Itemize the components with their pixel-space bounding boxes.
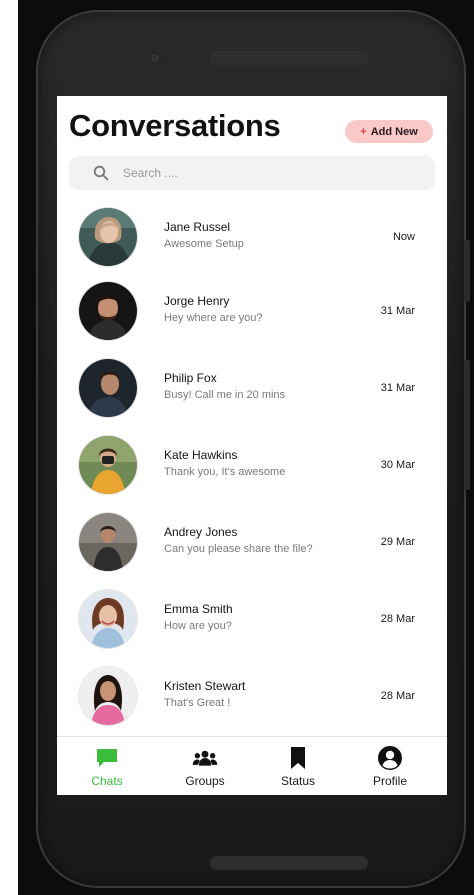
app-screen: Conversations + Add New Jane R — [57, 96, 447, 795]
conversation-item[interactable]: Andrey Jones Can you please share the fi… — [57, 509, 447, 579]
tab-profile[interactable]: Profile — [350, 737, 430, 795]
tab-label: Groups — [185, 774, 225, 788]
avatar — [79, 436, 137, 494]
last-message: Can you please share the file? — [164, 543, 313, 555]
groups-icon — [192, 750, 218, 766]
message-time: 31 Mar — [380, 382, 415, 394]
last-message: Busy! Call me in 20 mins — [164, 389, 286, 401]
conversation-item[interactable]: Philip Fox Busy! Call me in 20 mins 31 M… — [57, 355, 447, 425]
bottom-tab-bar: Chats Groups Status Profile — [57, 736, 447, 795]
conversation-item[interactable]: Kate Hawkins Thank you, It's awesome 30 … — [57, 432, 447, 502]
tab-chats[interactable]: Chats — [67, 737, 147, 795]
conversation-item[interactable]: Jane Russel Awesome Setup Now — [57, 204, 447, 274]
chat-bubble-icon — [97, 749, 117, 767]
add-new-button[interactable]: + Add New — [345, 120, 433, 143]
avatar — [79, 208, 137, 266]
contact-name: Emma Smith — [164, 602, 233, 616]
tab-groups[interactable]: Groups — [165, 737, 245, 795]
contact-name: Philip Fox — [164, 371, 217, 385]
contact-name: Jane Russel — [164, 220, 231, 234]
avatar — [79, 513, 137, 571]
search-icon — [93, 165, 109, 181]
bookmark-icon — [291, 747, 305, 769]
add-new-label: Add New — [370, 125, 418, 138]
message-time: Now — [392, 231, 415, 243]
front-camera — [148, 51, 162, 65]
last-message: Hey where are you? — [164, 312, 263, 324]
tab-label: Profile — [372, 774, 407, 788]
avatar — [79, 667, 137, 725]
last-message: That's Great ! — [164, 697, 231, 709]
search-input[interactable] — [123, 162, 423, 184]
message-time: 29 Mar — [380, 536, 415, 548]
message-time: 28 Mar — [380, 690, 415, 702]
conversation-item[interactable]: Jorge Henry Hey where are you? 31 Mar — [57, 278, 447, 348]
conversation-item[interactable]: Kristen Stewart That's Great ! 28 Mar — [57, 663, 447, 733]
avatar — [79, 359, 137, 417]
search-bar — [69, 156, 435, 190]
message-time: 30 Mar — [380, 459, 415, 471]
bottom-speaker — [210, 856, 368, 870]
message-time: 31 Mar — [380, 305, 415, 317]
tab-label: Chats — [91, 774, 123, 788]
tab-label: Status — [280, 774, 316, 788]
message-time: 28 Mar — [380, 613, 415, 625]
contact-name: Kate Hawkins — [164, 448, 238, 462]
tab-status[interactable]: Status — [258, 737, 338, 795]
avatar — [79, 282, 137, 340]
power-button — [464, 360, 470, 490]
avatar — [79, 590, 137, 648]
page-title: Conversations — [69, 108, 281, 143]
earpiece-speaker — [210, 51, 368, 65]
last-message: Awesome Setup — [164, 238, 244, 250]
last-message: Thank you, It's awesome — [164, 466, 286, 478]
conversation-item[interactable]: Emma Smith How are you? 28 Mar — [57, 586, 447, 656]
volume-button — [464, 240, 470, 302]
contact-name: Jorge Henry — [164, 294, 230, 308]
profile-icon — [378, 746, 402, 770]
last-message: How are you? — [164, 620, 232, 632]
contact-name: Kristen Stewart — [164, 679, 246, 693]
contact-name: Andrey Jones — [164, 525, 238, 539]
plus-icon: + — [360, 125, 367, 138]
